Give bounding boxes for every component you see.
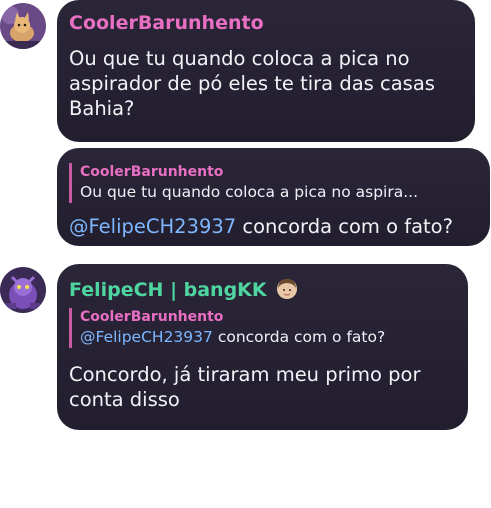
author-name[interactable]: CoolerBarunhento <box>69 12 264 34</box>
mention-link[interactable]: @FelipeCH23937 <box>69 215 236 238</box>
message-text: @FelipeCH23937 concorda com o fato? <box>69 215 453 238</box>
reply-preview-text: @FelipeCH23937 concorda com o fato? <box>80 328 386 346</box>
reply-author: CoolerBarunhento <box>80 164 224 180</box>
reply-preview-text: Ou que tu quando coloca a pica no aspira… <box>80 183 419 201</box>
purple-creature-avatar-icon <box>0 267 46 313</box>
message-text: Ou que tu quando coloca a pica no aspira… <box>69 47 435 120</box>
message-bubble[interactable]: CoolerBarunhento Ou que tu quando coloca… <box>57 0 475 142</box>
orange-cat-avatar-icon <box>0 3 46 49</box>
avatar[interactable] <box>0 3 46 49</box>
reply-author: CoolerBarunhento <box>80 309 224 325</box>
avatar[interactable] <box>0 267 46 313</box>
message-bubble[interactable]: FelipeCH | bangKK CoolerBarunhento @Feli… <box>57 264 468 430</box>
reply-quote[interactable]: CoolerBarunhento @FelipeCH23937 concorda… <box>69 308 385 348</box>
mention-link[interactable]: @FelipeCH23937 <box>80 328 213 346</box>
reply-quote[interactable]: CoolerBarunhento Ou que tu quando coloca… <box>69 163 418 203</box>
author-row: FelipeCH | bangKK <box>69 278 298 301</box>
message-text: Concordo, já tiraram meu primo por conta… <box>69 363 421 411</box>
person-emoji-icon <box>276 279 297 299</box>
author-name[interactable]: FelipeCH | bangKK <box>69 279 267 301</box>
message-bubble[interactable]: CoolerBarunhento Ou que tu quando coloca… <box>57 148 490 246</box>
